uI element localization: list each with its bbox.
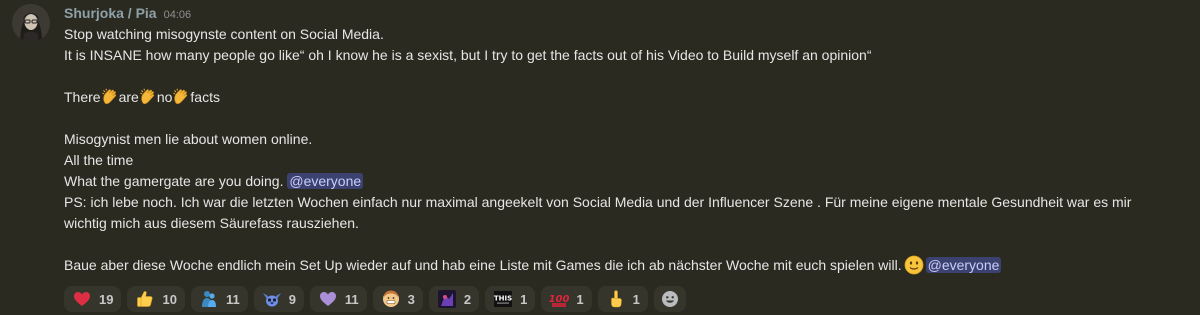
reaction-count: 19 (99, 291, 114, 307)
clapping-hands-icon (172, 88, 190, 106)
hundred-emoji-icon: 100 (549, 289, 570, 309)
everyone-mention[interactable]: @everyone (925, 257, 1002, 273)
clapping-hands-icon (101, 88, 119, 106)
reaction-count: 3 (407, 291, 415, 307)
facts-line: There are no facts (64, 87, 1184, 108)
hug-emoji-icon (199, 289, 219, 309)
message-line: Misogynist men lie about women online. (64, 131, 313, 147)
reaction-purple-heart[interactable]: 11 (309, 286, 367, 312)
message-line: Baue aber diese Woche endlich mein Set U… (64, 255, 1184, 276)
reaction-count: 2 (463, 291, 472, 307)
reaction-heart[interactable]: 19 (64, 286, 122, 312)
message-line: Stop watching misogynste content on Soci… (64, 26, 384, 42)
reaction-hug[interactable]: 11 (190, 286, 248, 312)
avatar[interactable] (12, 4, 50, 42)
reaction-count: 11 (344, 291, 359, 307)
reaction-count: 10 (162, 291, 177, 307)
reaction-stitch[interactable]: 9 (253, 286, 304, 312)
add-reaction-smiley-icon (660, 289, 680, 309)
reaction-point-up[interactable]: 1 (597, 286, 648, 312)
line-text: What the gamergate are you doing. (64, 173, 288, 189)
message-line: All the time (64, 152, 134, 168)
point-up-emoji-icon (606, 289, 626, 309)
word: facts (190, 89, 220, 105)
clapping-hands-icon (139, 88, 157, 106)
message-line: PS: ich lebe noch. Ich war die letzten W… (64, 194, 1132, 210)
word: are (118, 89, 139, 105)
reaction-this[interactable]: THIS 1 (485, 286, 536, 312)
message-header: Shurjoka / Pia 04:06 (64, 5, 191, 23)
reaction-count: 1 (632, 291, 640, 307)
message-line: It is INSANE how many people go like“ oh… (64, 47, 872, 63)
everyone-mention[interactable]: @everyone (287, 173, 364, 189)
username[interactable]: Shurjoka / Pia (64, 5, 157, 21)
thumbs-up-emoji-icon (135, 289, 155, 309)
stitch-emoji-icon (262, 289, 282, 309)
word: no (156, 89, 173, 105)
reaction-count: 11 (225, 291, 240, 307)
timestamp[interactable]: 04:06 (164, 9, 192, 21)
reaction-thumbs-up[interactable]: 10 (127, 286, 185, 312)
message-line: wichtig mich aus diesem Säurefass rauszi… (64, 215, 359, 231)
line-text: Baue aber diese Woche endlich mein Set U… (64, 257, 902, 273)
chat-message: Shurjoka / Pia 04:06 Stop watching misog… (0, 0, 1200, 315)
purple-heart-emoji-icon (318, 289, 338, 309)
this-emoji-icon: THIS (493, 289, 513, 309)
custom-emoji-icon (437, 289, 457, 309)
reaction-grimace[interactable]: 3 (372, 286, 423, 312)
reaction-custom[interactable]: 2 (428, 286, 480, 312)
word: There (64, 89, 101, 105)
add-reaction-button[interactable] (653, 286, 686, 312)
reaction-hundred[interactable]: 100 1 (541, 286, 592, 312)
svg-text:THIS: THIS (494, 295, 512, 303)
slightly-smiling-face-icon (904, 255, 924, 275)
reactions-bar: 19 10 11 9 11 3 2 THIS 1 100 1 1 (64, 286, 686, 312)
message-content: Stop watching misogynste content on Soci… (64, 24, 1184, 276)
message-line: What the gamergate are you doing. @every… (64, 171, 1184, 192)
reaction-count: 1 (576, 291, 584, 307)
grimace-emoji-icon (381, 289, 401, 309)
reaction-count: 1 (520, 291, 528, 307)
heart-emoji-icon (72, 289, 92, 309)
reaction-count: 9 (288, 291, 296, 307)
